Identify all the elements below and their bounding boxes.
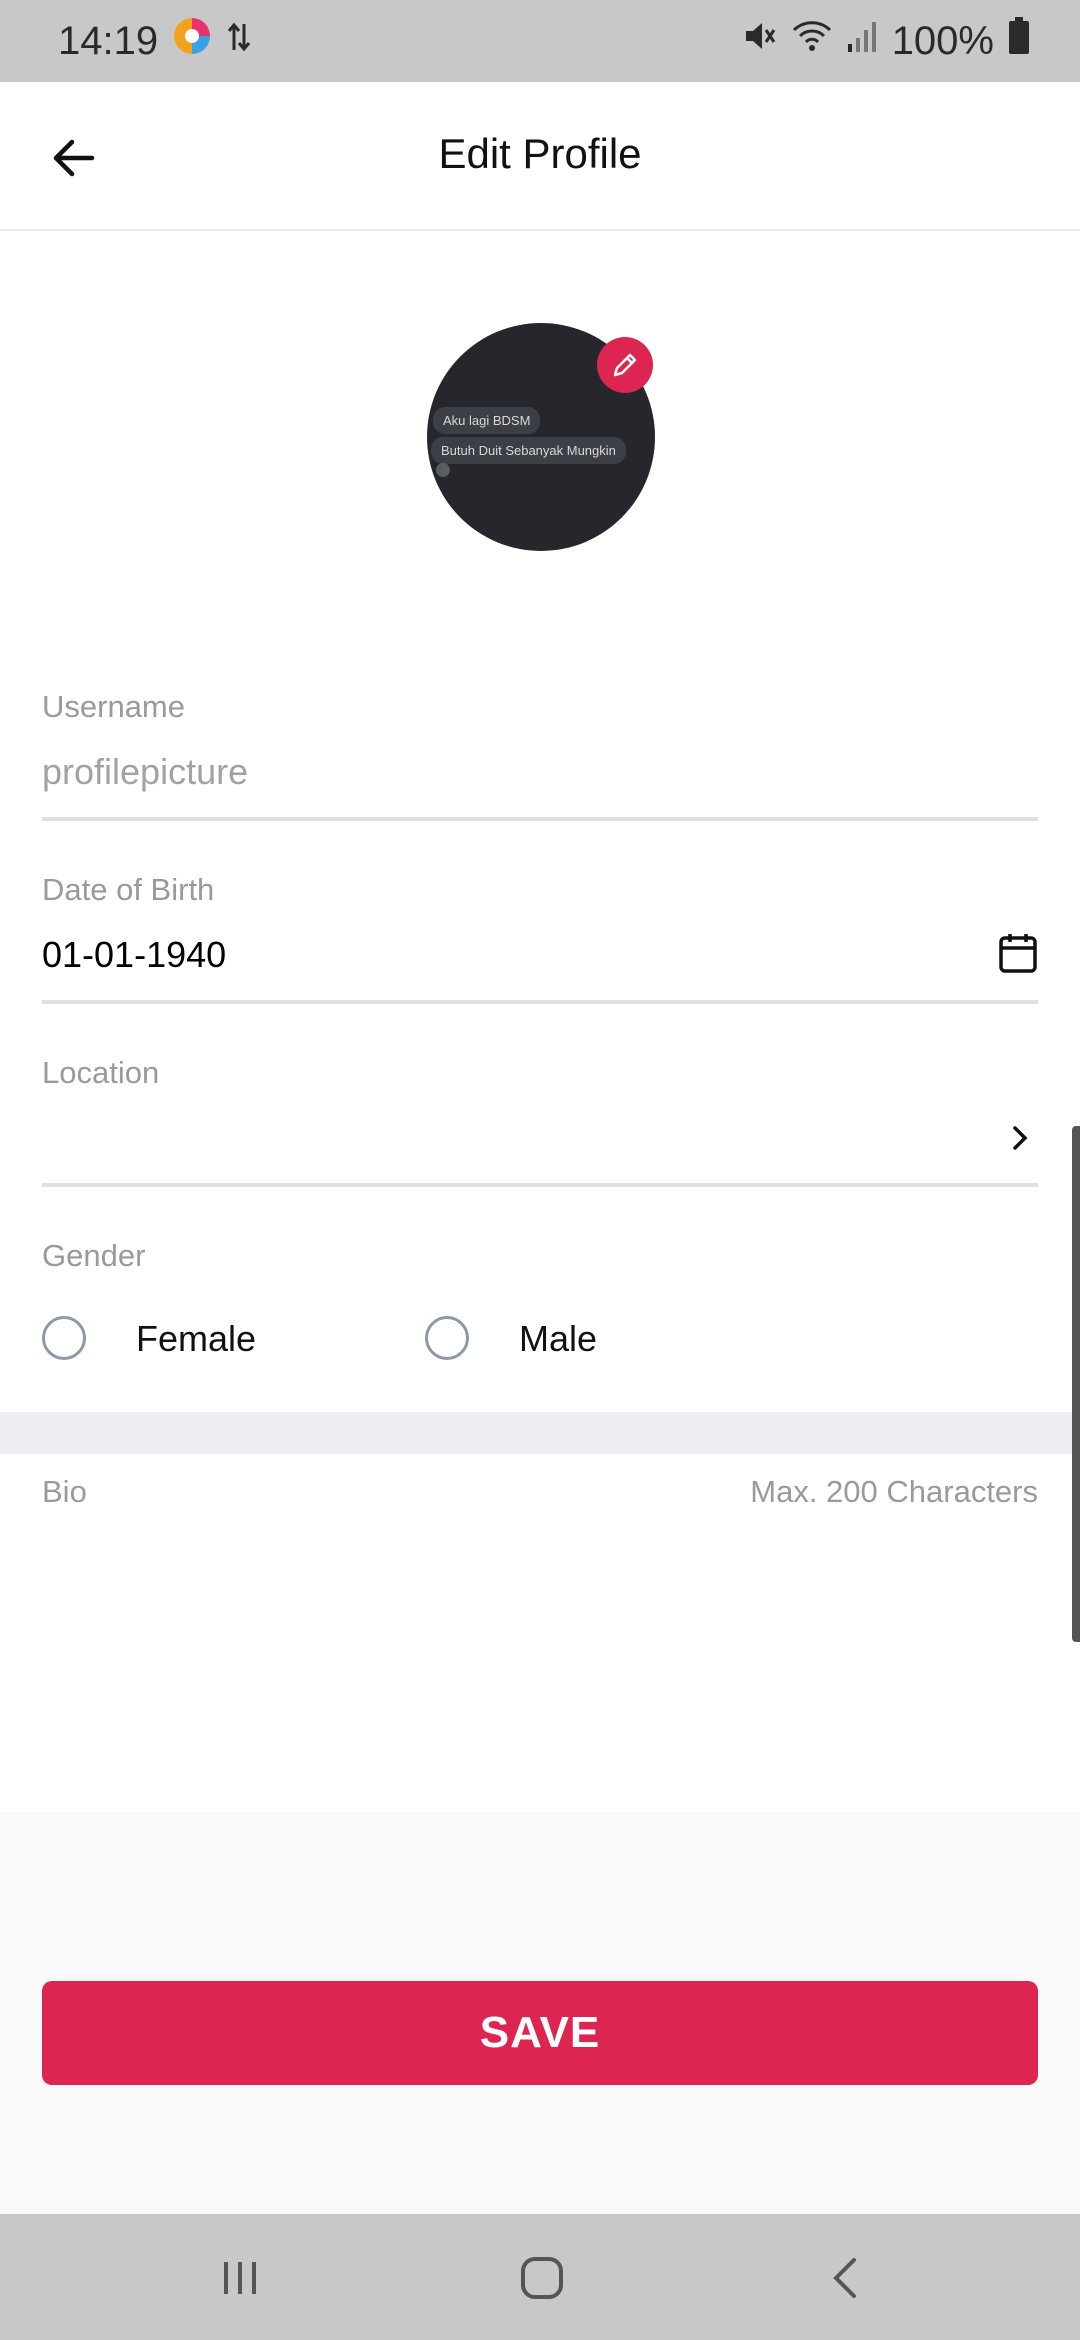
status-bar: 14:19 100% bbox=[0, 0, 1080, 82]
female-label[interactable]: Female bbox=[136, 1318, 256, 1360]
dob-field[interactable]: Date of Birth 01-01-1940 bbox=[42, 872, 1038, 1004]
gender-field: Gender Female Male bbox=[42, 1238, 1038, 1378]
home-button[interactable] bbox=[512, 2248, 572, 2308]
location-field[interactable]: Location bbox=[42, 1055, 1038, 1187]
location-label: Location bbox=[42, 1055, 160, 1090]
data-transfer-icon bbox=[226, 19, 252, 64]
recent-apps-button[interactable] bbox=[210, 2248, 270, 2308]
username-underline bbox=[42, 817, 1038, 821]
username-input[interactable]: profilepicture bbox=[42, 751, 248, 793]
gender-label: Gender bbox=[42, 1238, 146, 1273]
section-divider bbox=[0, 1412, 1080, 1454]
back-nav-button[interactable] bbox=[815, 2248, 875, 2308]
username-field[interactable]: Username profilepicture bbox=[42, 689, 1038, 821]
status-right: 100% bbox=[742, 17, 1030, 65]
avatar-bubble-2: Butuh Duit Sebanyak Mungkin bbox=[431, 437, 626, 464]
profile-form: Aku lagi BDSM Butuh Duit Sebanyak Mungki… bbox=[0, 231, 1080, 1454]
battery-percent: 100% bbox=[891, 18, 994, 63]
app-bar: Edit Profile bbox=[0, 82, 1080, 231]
signal-icon bbox=[846, 18, 878, 64]
status-left: 14:19 bbox=[58, 16, 252, 66]
male-radio[interactable] bbox=[425, 1316, 469, 1360]
navigation-bar bbox=[0, 2214, 1080, 2340]
battery-icon bbox=[1008, 17, 1030, 65]
scrollbar[interactable] bbox=[1072, 1126, 1080, 1642]
chevron-left-icon bbox=[833, 2258, 856, 2298]
bio-label: Bio bbox=[42, 1474, 87, 1509]
username-label: Username bbox=[42, 689, 185, 724]
wifi-icon bbox=[792, 18, 832, 64]
pencil-icon bbox=[613, 353, 637, 377]
female-radio[interactable] bbox=[42, 1316, 86, 1360]
avatar-bubble-1: Aku lagi BDSM bbox=[433, 407, 541, 434]
calendar-icon[interactable] bbox=[998, 932, 1038, 979]
status-time: 14:19 bbox=[58, 18, 159, 63]
edit-avatar-button[interactable] bbox=[597, 337, 653, 393]
chevron-right-icon bbox=[1012, 1125, 1028, 1156]
recent-apps-icon bbox=[224, 2262, 256, 2294]
dob-underline bbox=[42, 1000, 1038, 1004]
avatar-container: Aku lagi BDSM Butuh Duit Sebanyak Mungki… bbox=[427, 323, 655, 551]
avatar-dot bbox=[436, 463, 450, 477]
app-notification-icon bbox=[172, 16, 212, 66]
bio-field[interactable]: Bio Max. 200 Characters bbox=[0, 1454, 1080, 1812]
page-title: Edit Profile bbox=[438, 130, 642, 177]
mute-icon bbox=[742, 18, 778, 64]
male-label[interactable]: Male bbox=[519, 1318, 597, 1360]
location-underline bbox=[42, 1183, 1038, 1187]
save-button[interactable]: SAVE bbox=[42, 1981, 1038, 2085]
dob-label: Date of Birth bbox=[42, 872, 215, 907]
dob-input[interactable]: 01-01-1940 bbox=[42, 934, 226, 976]
home-icon bbox=[521, 2257, 563, 2299]
bio-char-limit: Max. 200 Characters bbox=[750, 1474, 1038, 1509]
